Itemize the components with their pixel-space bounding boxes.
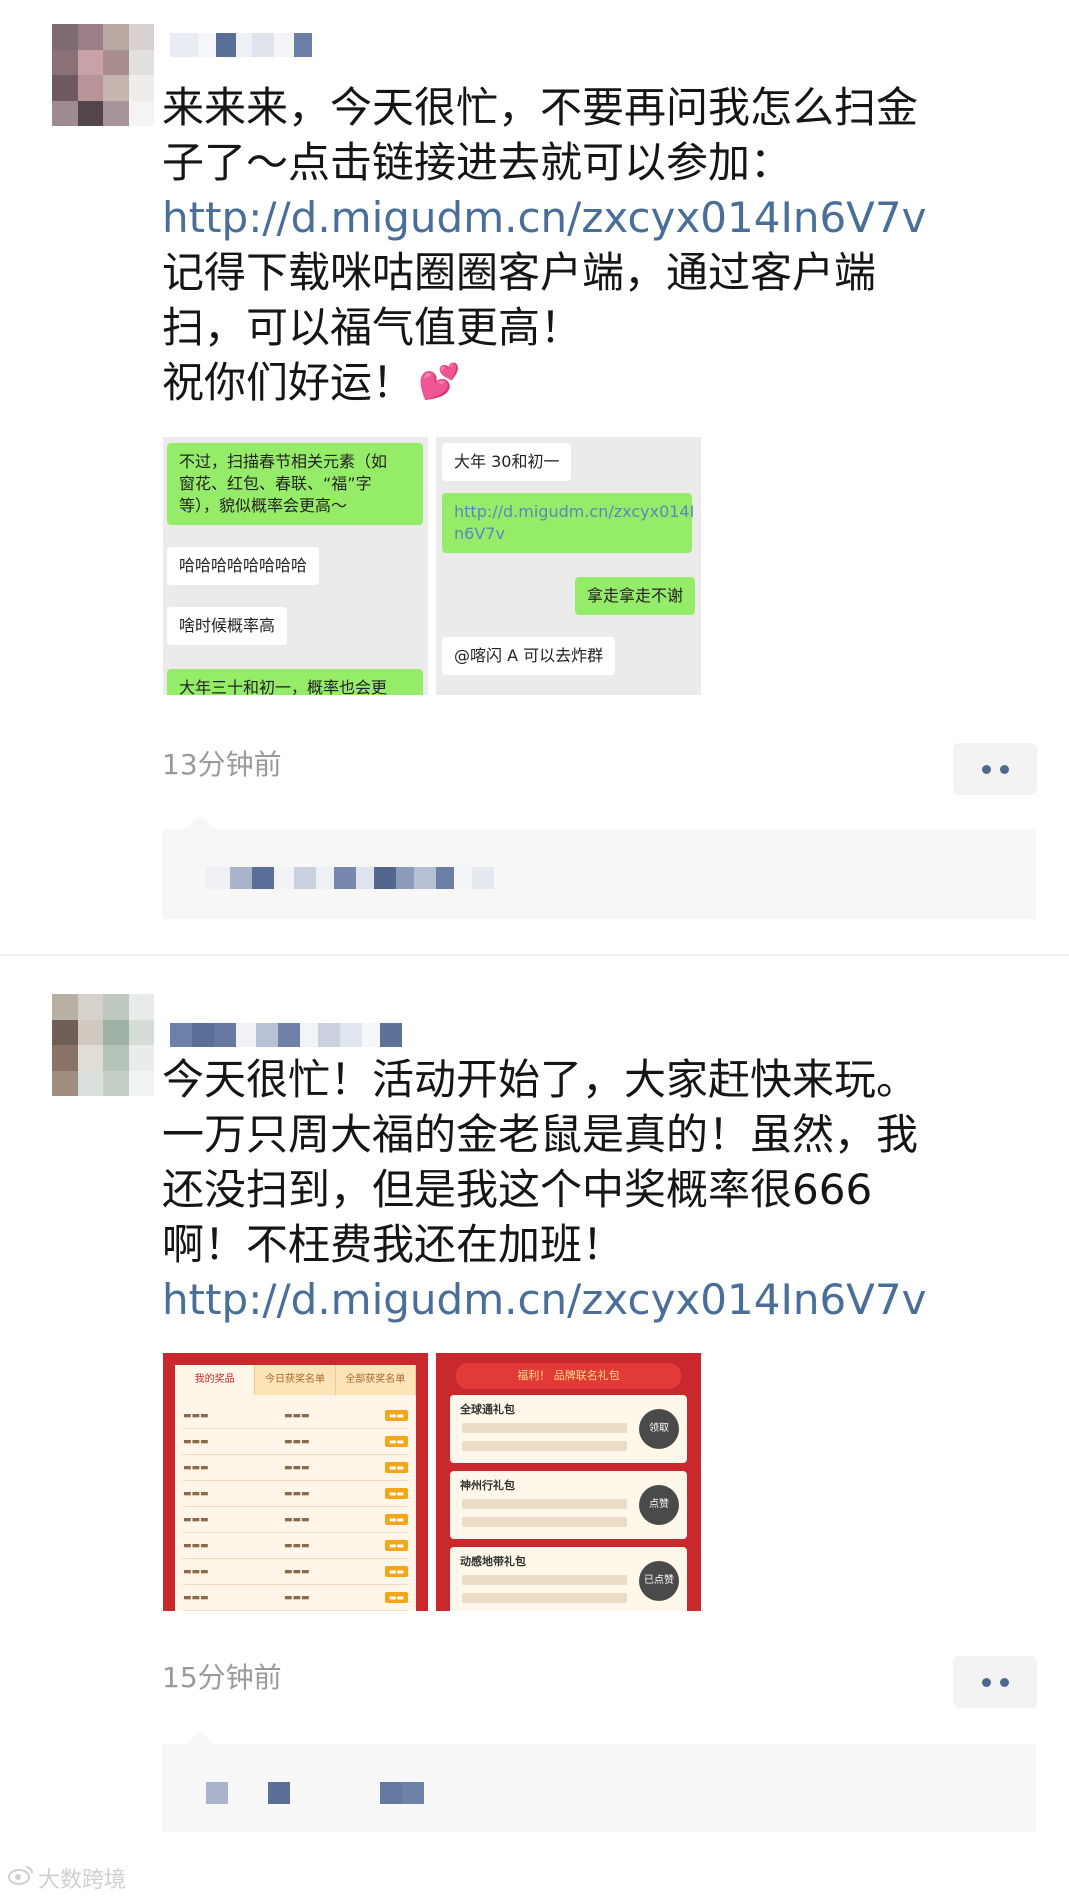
post-text-line: 啊！不枉费我还在加班！ [162, 1220, 625, 1269]
more-button[interactable] [953, 743, 1037, 795]
gift-card: 动感地带礼包 已点赞 [450, 1547, 687, 1611]
weibo-logo-icon [8, 1865, 34, 1891]
prize-row: ▬▬▬ ▬▬▬ ▬▬ [183, 1429, 408, 1455]
prize-tabs: 我的奖品 今日获奖名单 全部获奖名单 [175, 1365, 416, 1395]
post-images: 我的奖品 今日获奖名单 全部获奖名单 ▬▬▬ ▬▬▬ ▬▬ ▬▬▬ ▬▬▬ ▬▬ ▬▬▬… [163, 1353, 701, 1611]
moment-post: 来来来，今天很忙，不要再问我怎么扫金 子了～点击链接进去就可以参加： http:… [0, 0, 1069, 955]
tab-my-prizes: 我的奖品 [175, 1365, 256, 1395]
post-link[interactable]: http://d.migudm.cn/zxcyx014In6V7v [162, 190, 1002, 245]
gift-card: 全球通礼包 领取 [450, 1395, 687, 1463]
more-dots-icon [981, 1677, 991, 1687]
chat-bubble: 大年三十和初一，概率也会更 [167, 669, 423, 695]
avatar[interactable] [52, 994, 154, 1096]
tab-today-winners: 今日获奖名单 [255, 1365, 336, 1395]
post-text-line: 还没扫到，但是我这个中奖概率很666 [162, 1165, 873, 1214]
post-link[interactable]: http://d.migudm.cn/zxcyx014In6V7v [162, 1272, 1002, 1327]
chat-bubble: http://d.migudm.cn/zxcyx014I n6V7v [442, 493, 694, 553]
post-divider [0, 954, 1069, 956]
chat-bubble: 啥时候概率高 [167, 607, 288, 645]
more-dots-icon [999, 764, 1009, 774]
post-image-prize-list-screenshot[interactable]: 我的奖品 今日获奖名单 全部获奖名单 ▬▬▬ ▬▬▬ ▬▬ ▬▬▬ ▬▬▬ ▬▬ ▬▬▬… [163, 1353, 428, 1611]
post-text-line: 来来来，今天很忙，不要再问我怎么扫金 [162, 83, 919, 132]
gift-button: 已点赞 [639, 1561, 679, 1601]
more-dots-icon [981, 764, 991, 774]
post-images: 不过，扫描春节相关元素（如 窗花、红包、春联、“福”字 等），貌似概率会更高～ … [163, 437, 701, 695]
post-text-line: 子了～点击链接进去就可以参加： [162, 138, 793, 187]
more-button[interactable] [953, 1656, 1037, 1708]
likes-comments-area [162, 1730, 1036, 1832]
gift-button: 点赞 [639, 1485, 679, 1525]
post-image-chat-screenshot[interactable]: 大年 30和初一 http://d.migudm.cn/zxcyx014I n6… [436, 437, 701, 695]
chat-bubble: 不过，扫描春节相关元素（如 窗花、红包、春联、“福”字 等），貌似概率会更高～ [167, 443, 423, 525]
post-text: 来来来，今天很忙，不要再问我怎么扫金 子了～点击链接进去就可以参加： http:… [162, 80, 1002, 410]
more-dots-icon [999, 1677, 1009, 1687]
watermark: 大数跨境 [8, 1862, 126, 1894]
post-timestamp: 15分钟前 [162, 1661, 282, 1694]
moment-post: 今天很忙！活动开始了，大家赶快来玩。 一万只周大福的金老鼠是真的！虽然，我 还没… [0, 958, 1069, 1900]
post-text-line: 扫，可以福气值更高！ [162, 303, 583, 352]
post-text-line: 今天很忙！活动开始了，大家赶快来玩。 [162, 1055, 919, 1104]
prize-row: ▬▬▬ ▬▬▬ ▬▬ [183, 1585, 408, 1611]
post-timestamp: 13分钟前 [162, 748, 282, 781]
gift-header: 福利！ 品牌联名礼包 [456, 1363, 681, 1389]
chat-bubble: 哈哈哈哈哈哈哈哈 [167, 547, 320, 585]
gift-button: 领取 [639, 1409, 679, 1449]
chat-bubble: 大年 30和初一 [442, 443, 572, 481]
post-text-line: 祝你们好运！ [162, 358, 415, 407]
prize-row: ▬▬▬ ▬▬▬ ▬▬ [183, 1455, 408, 1481]
prize-row: ▬▬▬ ▬▬▬ ▬▬ [183, 1481, 408, 1507]
nickname-blurred[interactable] [170, 22, 312, 68]
comment-blurred[interactable] [206, 867, 494, 889]
watermark-text: 大数跨境 [38, 1868, 127, 1893]
chat-bubble: @喀闪 A 可以去炸群 [442, 637, 616, 675]
post-image-gift-pack-screenshot[interactable]: 福利！ 品牌联名礼包 全球通礼包 领取 神州行礼包 点赞 动感地带礼包 已点赞 [436, 1353, 701, 1611]
post-text: 今天很忙！活动开始了，大家赶快来玩。 一万只周大福的金老鼠是真的！虽然，我 还没… [162, 1052, 1002, 1327]
avatar[interactable] [52, 24, 154, 126]
tab-all-winners: 全部获奖名单 [335, 1365, 416, 1395]
prize-row: ▬▬▬ ▬▬▬ ▬▬ [183, 1533, 408, 1559]
post-text-line: 一万只周大福的金老鼠是真的！虽然，我 [162, 1110, 919, 1159]
chat-bubble: 拿走拿走不谢 [574, 577, 695, 615]
likes-comments-area [162, 815, 1036, 919]
prize-row: ▬▬▬ ▬▬▬ ▬▬ [183, 1403, 408, 1429]
post-image-chat-screenshot[interactable]: 不过，扫描春节相关元素（如 窗花、红包、春联、“福”字 等），貌似概率会更高～ … [163, 437, 428, 695]
prize-row: ▬▬▬ ▬▬▬ ▬▬ [183, 1559, 408, 1585]
comment-blurred[interactable] [206, 1782, 424, 1804]
post-text-line: 记得下载咪咕圈圈客户端，通过客户端 [162, 248, 877, 297]
prize-row: ▬▬▬ ▬▬▬ ▬▬ [183, 1507, 408, 1533]
two-hearts-emoji-icon: 💕 [418, 362, 461, 402]
gift-card: 神州行礼包 点赞 [450, 1471, 687, 1539]
